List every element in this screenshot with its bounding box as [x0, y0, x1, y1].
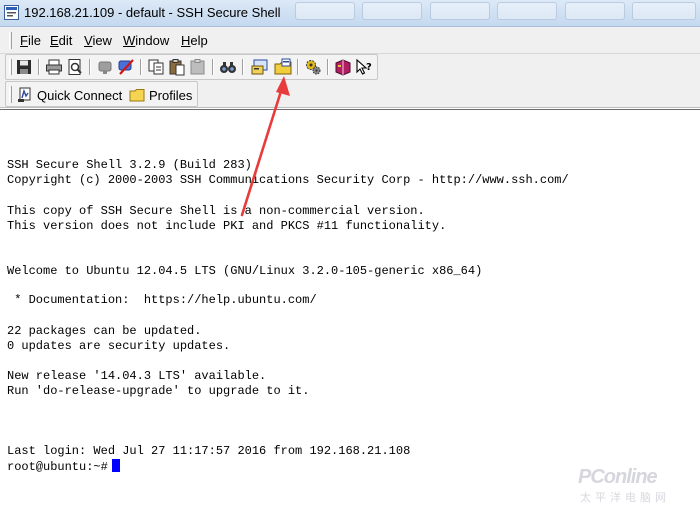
profiles-button[interactable]: Profiles	[129, 86, 192, 104]
menu-window[interactable]: Window	[123, 33, 169, 48]
quick-connect-panel: Quick Connect Profiles	[5, 81, 198, 107]
copy-icon[interactable]	[147, 58, 165, 76]
context-help-icon[interactable]: ?	[355, 58, 373, 76]
quick-connect-button[interactable]: Quick Connect	[17, 86, 122, 104]
toolbar-separator	[327, 59, 329, 75]
title-bar[interactable]: 192.168.21.109 - default - SSH Secure Sh…	[0, 0, 700, 27]
toolbar-grip[interactable]	[9, 59, 12, 75]
find-icon[interactable]	[219, 58, 237, 76]
terminal-line: * Documentation: https://help.ubuntu.com…	[7, 293, 317, 307]
paste-icon[interactable]	[168, 58, 186, 76]
terminal-line: New release '14.04.3 LTS' available.	[7, 369, 267, 383]
terminal-area[interactable]: SSH Secure Shell 3.2.9 (Build 283) Copyr…	[0, 109, 700, 516]
menu-grip[interactable]	[9, 32, 12, 49]
toolbar-panel: ?	[5, 54, 378, 80]
print-preview-icon[interactable]	[66, 58, 84, 76]
new-terminal-icon[interactable]	[251, 58, 269, 76]
profiles-label: Profiles	[149, 87, 193, 103]
terminal-line: Last login: Wed Jul 27 11:17:57 2016 fro…	[7, 444, 411, 458]
disconnect-icon[interactable]	[96, 58, 114, 76]
background-tab	[430, 2, 490, 20]
background-tab	[565, 2, 625, 20]
menu-edit[interactable]: Edit	[50, 33, 72, 48]
terminal-cursor	[111, 459, 120, 472]
background-tab	[632, 2, 696, 20]
menu-bar: File Edit View Window Help	[0, 27, 700, 54]
terminal-line: 22 packages can be updated.	[7, 324, 202, 338]
terminal-prompt-line: root@ubuntu:~#	[7, 459, 120, 474]
shell-prompt: root@ubuntu:~#	[7, 460, 108, 474]
menu-view[interactable]: View	[84, 33, 112, 48]
svg-text:?: ?	[366, 62, 372, 73]
help-book-icon[interactable]	[334, 58, 352, 76]
quickbar-grip[interactable]	[9, 86, 12, 103]
terminal-line: SSH Secure Shell 3.2.9 (Build 283)	[7, 158, 252, 172]
toolbar: ?	[0, 54, 700, 80]
background-tab	[497, 2, 557, 20]
toolbar-separator	[297, 59, 299, 75]
toolbar-separator	[212, 59, 214, 75]
terminal-line: Copyright (c) 2000-2003 SSH Communicatio…	[7, 173, 569, 187]
toolbar-separator	[242, 59, 244, 75]
watermark: PConline 太平洋电脑网	[574, 462, 684, 504]
terminal-line: 0 updates are security updates.	[7, 339, 231, 353]
menu-help[interactable]: Help	[181, 33, 208, 48]
new-file-transfer-icon[interactable]	[274, 58, 292, 76]
background-tab	[295, 2, 355, 20]
menu-file[interactable]: File	[20, 33, 41, 48]
terminal-line: Welcome to Ubuntu 12.04.5 LTS (GNU/Linux…	[7, 264, 483, 278]
paste-disabled-icon[interactable]	[189, 58, 207, 76]
quick-connect-icon	[18, 87, 31, 102]
window-title: 192.168.21.109 - default - SSH Secure Sh…	[24, 5, 281, 20]
terminal-line: This copy of SSH Secure Shell is a non-c…	[7, 204, 425, 218]
connect-icon[interactable]	[117, 58, 135, 76]
settings-icon[interactable]	[304, 58, 322, 76]
quick-connect-bar: Quick Connect Profiles	[0, 80, 700, 108]
background-tab	[362, 2, 422, 20]
save-icon[interactable]	[15, 58, 33, 76]
toolbar-separator	[89, 59, 91, 75]
ssh-app-icon	[4, 5, 19, 20]
watermark-sub: 太平洋电脑网	[580, 492, 670, 504]
toolbar-separator	[140, 59, 142, 75]
quick-connect-label: Quick Connect	[37, 87, 123, 103]
toolbar-separator	[38, 59, 40, 75]
print-icon[interactable]	[45, 58, 63, 76]
terminal-line: This version does not include PKI and PK…	[7, 219, 447, 233]
folder-icon	[129, 89, 145, 102]
terminal-line: Run 'do-release-upgrade' to upgrade to i…	[7, 384, 310, 398]
watermark-brand: PConline	[578, 466, 658, 488]
